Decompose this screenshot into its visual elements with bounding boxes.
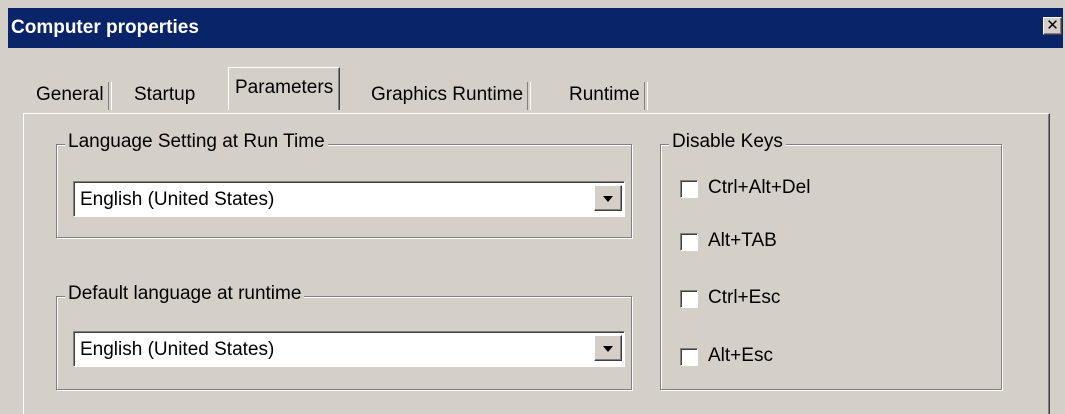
- language-setting-dropdown[interactable]: English (United States): [73, 181, 625, 217]
- checkbox-label: Ctrl+Esc: [708, 287, 781, 308]
- disable-keys-group: Disable Keys Ctrl+Alt+Del Alt+TAB Ctrl+E…: [660, 131, 1002, 390]
- tab-separator: [527, 82, 532, 110]
- dropdown-button[interactable]: [594, 185, 622, 211]
- window-title: Computer properties: [11, 17, 199, 38]
- tab-separator: [643, 82, 648, 110]
- checkbox[interactable]: [680, 233, 698, 251]
- tab-label: Parameters: [235, 77, 334, 98]
- close-icon[interactable]: ✕: [1043, 17, 1062, 35]
- tab-startup[interactable]: Startup: [128, 78, 201, 112]
- checkbox-label: Ctrl+Alt+Del: [708, 177, 811, 198]
- chevron-down-icon: [603, 346, 613, 352]
- checkbox[interactable]: [680, 348, 698, 366]
- tab-parameters[interactable]: Parameters: [228, 67, 341, 110]
- dropdown-value: English (United States): [80, 189, 275, 210]
- group-title: Default language at runtime: [65, 283, 305, 305]
- group-title: Language Setting at Run Time: [65, 131, 328, 153]
- tab-general[interactable]: General: [30, 78, 112, 112]
- tab-label: Startup: [134, 84, 196, 105]
- checkbox[interactable]: [680, 180, 698, 198]
- dropdown-value: English (United States): [80, 339, 275, 360]
- tab-label: General: [36, 84, 104, 105]
- tab-label: Graphics Runtime: [371, 84, 524, 105]
- tab-graphics-runtime[interactable]: Graphics Runtime: [365, 78, 532, 112]
- default-language-dropdown[interactable]: English (United States): [73, 331, 625, 367]
- checkbox-label: Alt+Esc: [708, 345, 773, 366]
- tab-label: Runtime: [569, 84, 640, 105]
- default-language-group: Default language at runtime English (Uni…: [56, 283, 632, 390]
- group-title: Disable Keys: [669, 131, 786, 153]
- dropdown-button[interactable]: [594, 335, 622, 361]
- chevron-down-icon: [603, 196, 613, 202]
- tab-separator: [107, 82, 112, 110]
- checkbox[interactable]: [680, 290, 698, 308]
- language-setting-group: Language Setting at Run Time English (Un…: [56, 131, 632, 238]
- title-bar[interactable]: Computer properties ✕: [8, 8, 1063, 48]
- checkbox-label: Alt+TAB: [708, 230, 777, 251]
- tab-runtime[interactable]: Runtime: [563, 78, 648, 112]
